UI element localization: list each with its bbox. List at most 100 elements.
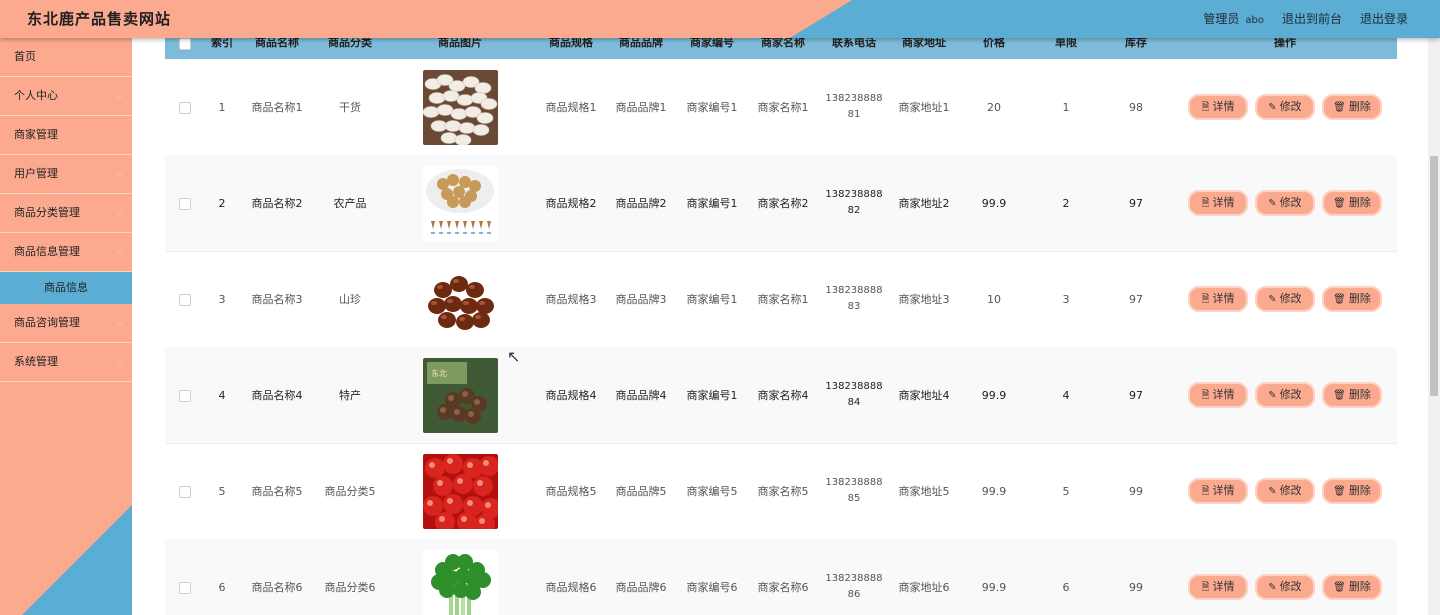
chevron-down-icon: ⌄ <box>115 356 124 367</box>
sidebar-item[interactable]: 用户管理 ⌄ <box>0 155 132 194</box>
delete-button[interactable]: 🗑 删除 <box>1322 478 1382 504</box>
column-header: 单限 <box>1055 38 1077 49</box>
product-image <box>422 165 498 241</box>
edit-button[interactable]: ✎ 修改 <box>1255 574 1315 600</box>
cell-merchant-no-text: 商家编号5 <box>686 485 738 498</box>
cell-product-name: 商品名称5 <box>242 443 312 539</box>
cell-product-image <box>395 155 525 251</box>
edit-button[interactable]: ✎ 修改 <box>1255 382 1315 408</box>
scrollbar-thumb[interactable] <box>1430 156 1438 396</box>
detail-button[interactable]: 🗎 详情 <box>1188 286 1248 312</box>
cell-merchant-no-text: 商家编号1 <box>686 293 738 306</box>
sidebar-item[interactable]: 首页 <box>0 38 132 77</box>
cell-product-name: 商品名称3 <box>242 251 312 347</box>
cell-phone: 13823888885 <box>822 443 886 539</box>
sidebar-item[interactable]: 商品信息管理 ⌄ <box>0 233 132 272</box>
sidebar-item[interactable]: 个人中心 ⌄ <box>0 77 132 116</box>
detail-button[interactable]: 🗎 详情 <box>1188 382 1248 408</box>
delete-button-label: 删除 <box>1348 580 1371 593</box>
column-header: 操作 <box>1274 38 1296 49</box>
cell-price-text: 99.9 <box>981 196 1007 210</box>
cell-category-text: 干货 <box>339 101 361 114</box>
trash-icon: 🗑 <box>1333 486 1346 497</box>
svg-text:东北: 东北 <box>431 368 447 378</box>
cell-category: 干货 <box>315 59 385 155</box>
edit-button[interactable]: ✎ 修改 <box>1255 286 1315 312</box>
edit-button[interactable]: ✎ 修改 <box>1255 94 1315 120</box>
cell-spec: 商品规格1 <box>536 59 606 155</box>
row-checkbox[interactable] <box>179 294 191 306</box>
cell-brand: 商品品牌5 <box>606 443 676 539</box>
cell-address-text: 商家地址6 <box>898 581 950 594</box>
row-checkbox[interactable] <box>179 582 191 594</box>
cell-merchant-name-text: 商家名称5 <box>757 485 809 498</box>
sidebar-item[interactable]: 商品咨询管理 ⌄ <box>0 304 132 343</box>
cell-stock-text: 98 <box>1129 100 1143 114</box>
sidebar-item[interactable]: 商品分类管理 ⌄ <box>0 194 132 233</box>
detail-button-label: 详情 <box>1212 292 1235 305</box>
cell-product-name: 商品名称2 <box>242 155 312 251</box>
cell-index-text: 4 <box>218 388 226 402</box>
row-checkbox[interactable] <box>179 102 191 114</box>
cell-spec-text: 商品规格5 <box>545 485 597 498</box>
detail-button[interactable]: 🗎 详情 <box>1188 94 1248 120</box>
cell-stock: 97 <box>1106 347 1166 443</box>
cell-index-text: 5 <box>218 484 226 498</box>
delete-button-label: 删除 <box>1348 100 1371 113</box>
detail-button-label: 详情 <box>1212 100 1235 113</box>
cell-product-name: 商品名称6 <box>242 539 312 615</box>
sidebar-decor <box>22 505 132 615</box>
delete-button[interactable]: 🗑 删除 <box>1322 94 1382 120</box>
logout-link[interactable]: 退出登录 <box>1360 10 1408 27</box>
cell-limit-text: 5 <box>1062 484 1070 498</box>
exit-to-frontend-link[interactable]: 退出到前台 <box>1282 10 1342 27</box>
cell-merchant-no-text: 商家编号1 <box>686 197 738 210</box>
cell-merchant-name-text: 商家名称2 <box>757 197 809 210</box>
user-role: 管理员 <box>1203 12 1240 26</box>
pencil-icon: ✎ <box>1268 198 1277 209</box>
delete-button-label: 删除 <box>1348 484 1371 497</box>
row-checkbox[interactable] <box>179 486 191 498</box>
column-header: 商品分类 <box>328 38 372 49</box>
delete-button[interactable]: 🗑 删除 <box>1322 286 1382 312</box>
cell-merchant-no: 商家编号1 <box>677 347 747 443</box>
cell-merchant-name: 商家名称2 <box>748 155 818 251</box>
column-header: 索引 <box>211 38 233 49</box>
trash-icon: 🗑 <box>1333 390 1346 401</box>
cell-phone-text: 13823888881 <box>825 93 883 120</box>
vertical-scrollbar[interactable] <box>1428 38 1440 615</box>
detail-button[interactable]: 🗎 详情 <box>1188 478 1248 504</box>
sidebar-item[interactable]: 系统管理 ⌄ <box>0 343 132 382</box>
cell-address-text: 商家地址4 <box>898 389 950 402</box>
detail-button[interactable]: 🗎 详情 <box>1188 574 1248 600</box>
cell-phone-text: 13823888883 <box>825 285 883 312</box>
cell-product-image <box>395 539 525 615</box>
cell-price: 20 <box>964 59 1024 155</box>
select-all-checkbox[interactable] <box>179 38 191 50</box>
delete-button[interactable]: 🗑 删除 <box>1322 382 1382 408</box>
delete-button[interactable]: 🗑 删除 <box>1322 190 1382 216</box>
cell-merchant-name-text: 商家名称4 <box>757 389 809 402</box>
delete-button[interactable]: 🗑 删除 <box>1322 574 1382 600</box>
chevron-down-icon: ⌄ <box>115 90 124 101</box>
sidebar-item[interactable]: 商品信息 <box>0 272 132 304</box>
cell-index-text: 2 <box>218 196 226 210</box>
column-header: 商家编号 <box>690 38 734 49</box>
sidebar-item[interactable]: 商家管理 ⌄ <box>0 116 132 155</box>
cell-stock-text: 97 <box>1129 388 1143 402</box>
cell-index: 1 <box>202 59 242 155</box>
cell-index-text: 6 <box>218 580 226 594</box>
row-checkbox[interactable] <box>179 390 191 402</box>
cell-product-name-text: 商品名称5 <box>251 485 303 498</box>
row-checkbox[interactable] <box>179 198 191 210</box>
edit-button[interactable]: ✎ 修改 <box>1255 190 1315 216</box>
detail-button-label: 详情 <box>1212 196 1235 209</box>
cell-address: 商家地址1 <box>889 59 959 155</box>
cell-brand: 商品品牌6 <box>606 539 676 615</box>
cell-price: 99.9 <box>964 443 1024 539</box>
cell-product-name-text: 商品名称2 <box>251 197 303 210</box>
edit-button[interactable]: ✎ 修改 <box>1255 478 1315 504</box>
detail-button[interactable]: 🗎 详情 <box>1188 190 1248 216</box>
cell-phone: 13823888884 <box>822 347 886 443</box>
edit-button-label: 修改 <box>1279 484 1302 497</box>
